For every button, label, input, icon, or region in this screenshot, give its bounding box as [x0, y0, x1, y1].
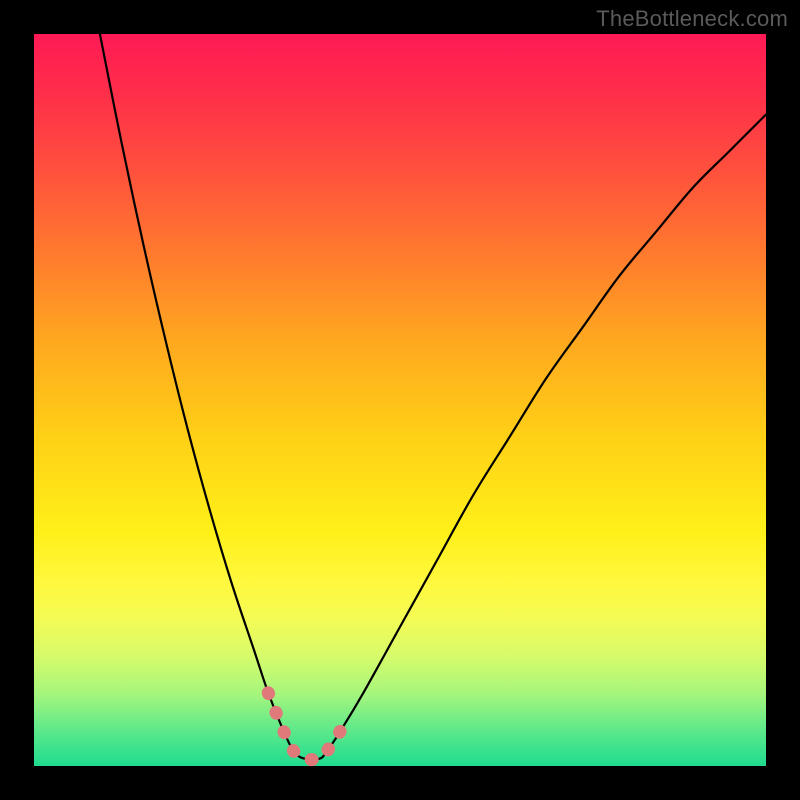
watermark-text: TheBottleneck.com — [596, 6, 788, 32]
chart-curves — [34, 34, 766, 766]
v-curve-highlight — [268, 693, 341, 760]
chart-frame: TheBottleneck.com — [0, 0, 800, 800]
v-curve-line — [100, 34, 766, 760]
